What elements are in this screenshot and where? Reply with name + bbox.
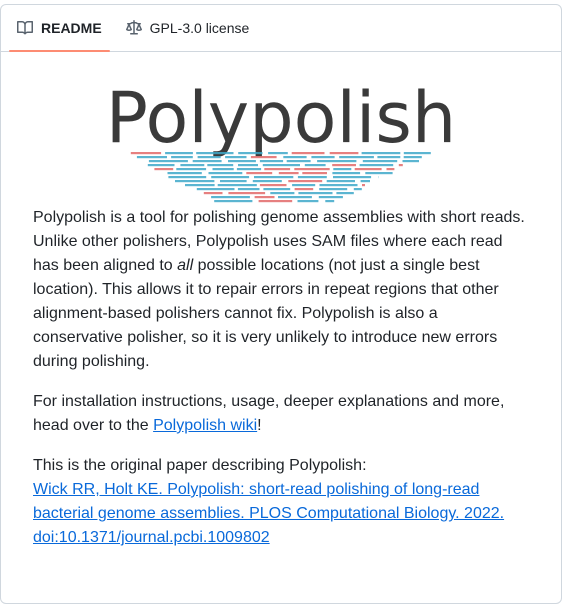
citation-paragraph: This is the original paper describing Po… (33, 454, 529, 550)
readme-tabs: README GPL-3.0 license (1, 5, 561, 52)
polypolish-wiki-link[interactable]: Polypolish wiki (153, 417, 257, 434)
intro-paragraph: Polypolish is a tool for polishing genom… (33, 206, 529, 374)
scale-icon (126, 20, 142, 36)
tab-license[interactable]: GPL-3.0 license (118, 5, 258, 51)
install-paragraph: For installation instructions, usage, de… (33, 390, 529, 438)
logo-reads-pattern (131, 152, 431, 202)
readme-panel: README GPL-3.0 license Polypolish Polypo… (0, 4, 562, 604)
tab-readme-label: README (41, 20, 102, 36)
book-icon (17, 20, 33, 36)
emphasis-all: all (177, 257, 193, 274)
citation-intro: This is the original paper describing Po… (33, 457, 367, 474)
readme-content: Polypolish Polypolish is a tool for poli… (1, 76, 561, 550)
tab-readme[interactable]: README (9, 5, 110, 51)
polypolish-logo: Polypolish (111, 76, 451, 206)
logo-title: Polypolish (111, 77, 451, 159)
tab-license-label: GPL-3.0 license (150, 20, 250, 36)
citation-link[interactable]: Wick RR, Holt KE. Polypolish: short-read… (33, 481, 504, 546)
